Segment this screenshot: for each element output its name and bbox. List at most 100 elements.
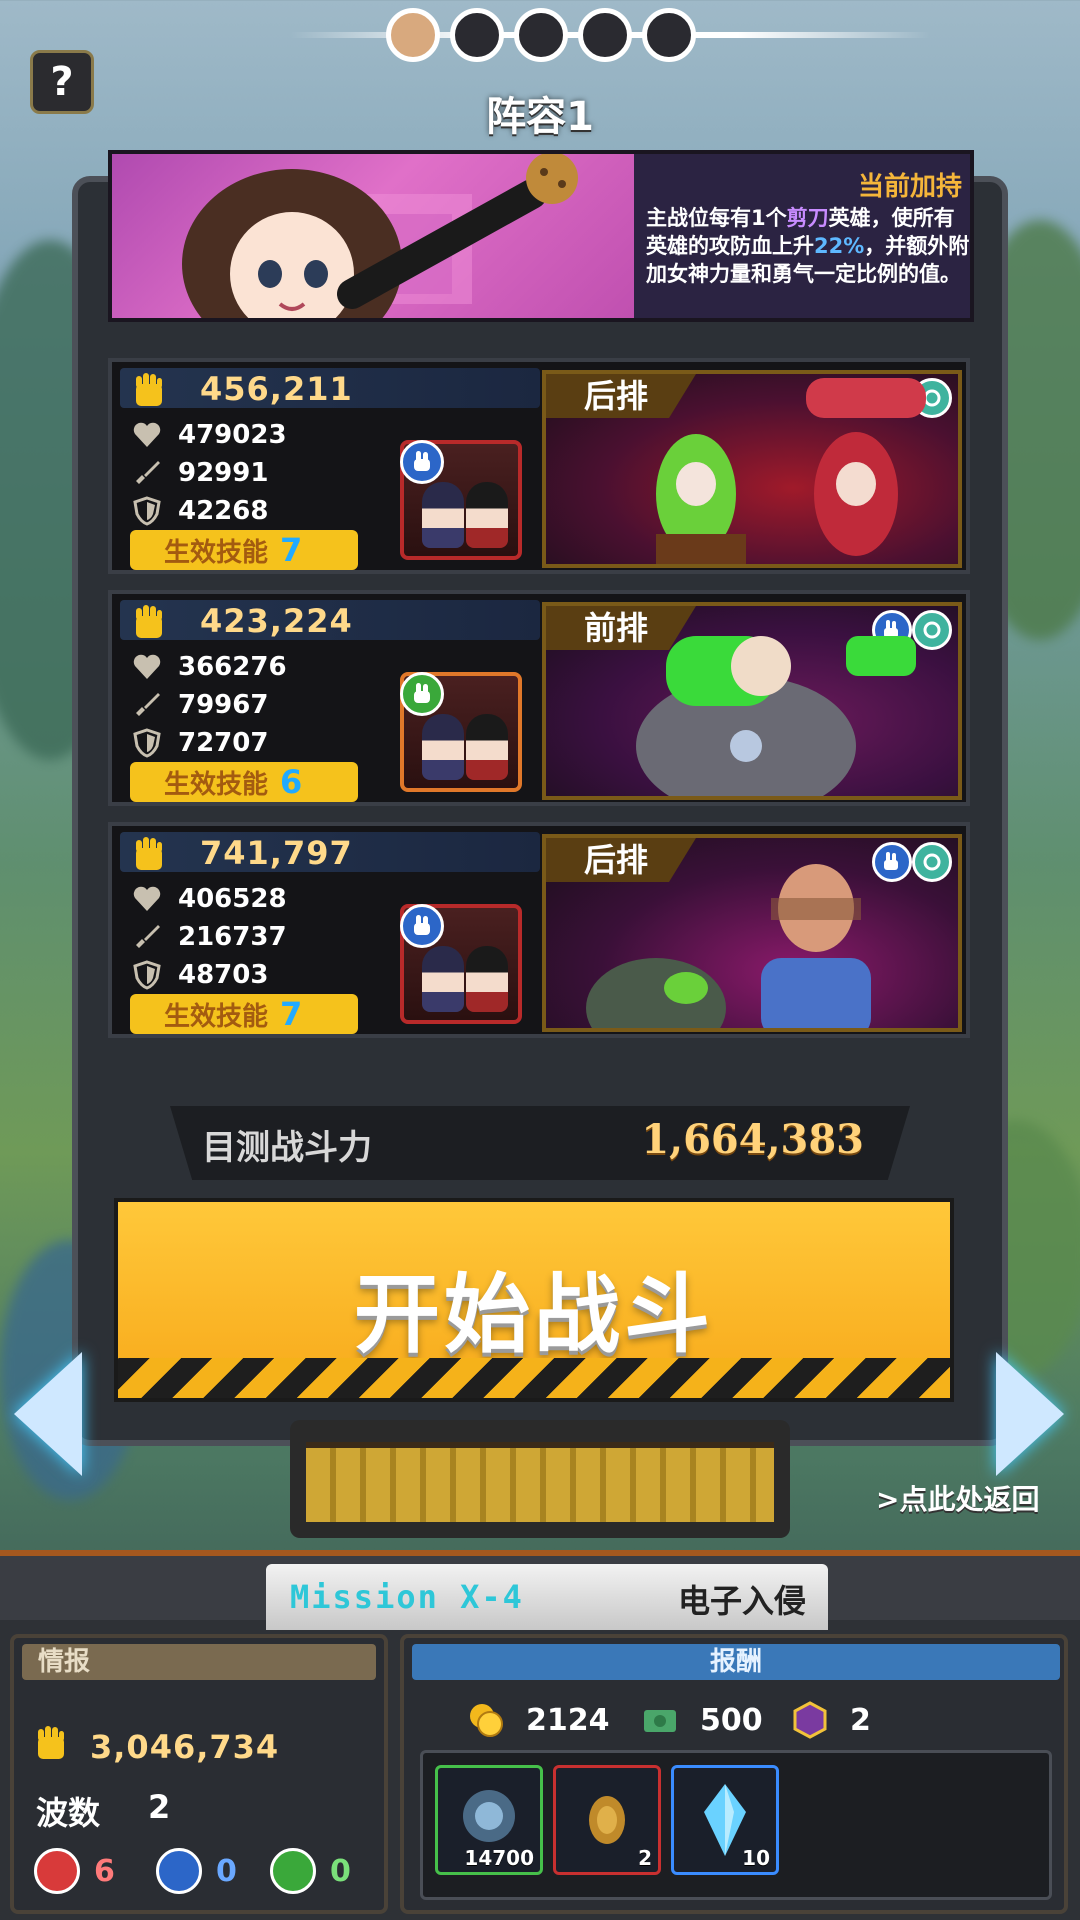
pager-dot-3[interactable] <box>514 8 568 62</box>
hero-art[interactable]: 前排 <box>542 602 962 800</box>
skill-label: 生效技能 <box>164 537 269 568</box>
cash-value: 500 <box>700 1702 763 1738</box>
hp-stat: 366276 <box>132 652 287 682</box>
return-link[interactable]: >点此处返回 <box>876 1478 1039 1518</box>
pager-dot-1[interactable] <box>386 8 440 62</box>
fist-icon <box>136 605 162 638</box>
paper-icon <box>400 672 444 716</box>
reward-item[interactable]: 10 <box>671 1765 779 1875</box>
skill-count: 7 <box>280 995 303 1033</box>
heart-icon <box>133 422 161 447</box>
team-member-sprite <box>422 946 464 1012</box>
skill-label: 生效技能 <box>164 769 269 800</box>
active-skills-button[interactable]: 生效技能 6 <box>130 762 358 802</box>
hero-power-bar: 456,211 <box>120 368 540 408</box>
team-member-sprite <box>466 714 508 780</box>
blessing-character-art <box>112 154 634 318</box>
hero-power-value: 741,797 <box>200 834 353 872</box>
enemy-power-value: 3,046,734 <box>90 1728 280 1766</box>
scissors-icon <box>400 904 444 948</box>
intel-header: 情报 <box>22 1644 376 1680</box>
hazard-stripe <box>118 1358 950 1398</box>
lineup-pager <box>0 8 1080 62</box>
waves-value: 2 <box>148 1788 171 1826</box>
reward-item[interactable]: 2 <box>553 1765 661 1875</box>
hero-art[interactable]: 后排 <box>542 834 962 1032</box>
start-battle-label: 开始战斗 <box>354 1265 714 1365</box>
mission-name: 电子入侵 <box>677 1582 806 1620</box>
help-button[interactable]: ? <box>30 50 94 114</box>
hp-stat: 406528 <box>132 884 287 914</box>
item-count: 2 <box>638 1846 652 1870</box>
hero-slot[interactable]: 741,797 406528 216737 48703 生效技能 7 后排 <box>108 822 970 1038</box>
fist-icon <box>136 837 162 870</box>
hp-stat: 479023 <box>132 420 287 450</box>
attack-value: 79967 <box>178 690 269 720</box>
defense-value: 72707 <box>178 728 269 758</box>
team-portrait[interactable] <box>400 672 522 792</box>
sword-icon <box>136 461 160 484</box>
rewards-panel: 报酬 2124 500 2 14700 2 10 <box>400 1634 1068 1914</box>
defense-value: 48703 <box>178 960 269 990</box>
paper-count: 0 <box>270 1848 351 1894</box>
gold-coin-icon <box>470 1704 503 1737</box>
shield-icon <box>133 960 161 990</box>
defense-value: 42268 <box>178 496 269 526</box>
pager-dot-5[interactable] <box>642 8 696 62</box>
mission-bar: Mission X-4 电子入侵 <box>266 1564 828 1630</box>
attack-stat: 79967 <box>132 690 268 720</box>
lineup-title: 阵容1 <box>486 94 594 140</box>
hp-value: 479023 <box>178 420 287 450</box>
mission-code: Mission X-4 <box>290 1578 524 1616</box>
blessing-label: 当前加持 <box>857 172 962 202</box>
team-member-sprite <box>466 482 508 548</box>
defense-stat: 48703 <box>132 960 268 990</box>
hero-sprites <box>656 378 926 564</box>
blessing-type-highlight: 剪刀 <box>786 206 829 230</box>
skill-count: 6 <box>280 763 303 801</box>
active-skills-button[interactable]: 生效技能 7 <box>130 530 358 570</box>
hand-icon <box>414 683 430 703</box>
token-reward: 2 <box>790 1700 871 1740</box>
heart-icon <box>133 654 161 679</box>
pager-dot-4[interactable] <box>578 8 632 62</box>
hero-slot[interactable]: 423,224 366276 79967 72707 生效技能 6 前排 <box>108 590 970 806</box>
team-member-sprite <box>422 714 464 780</box>
team-portrait[interactable] <box>400 904 522 1024</box>
arrow-right-icon[interactable] <box>996 1352 1064 1476</box>
gold-value: 2124 <box>526 1702 610 1738</box>
intel-panel: 情报 3,046,734 波数 2 6 0 0 <box>10 1634 388 1914</box>
arrow-left-icon[interactable] <box>14 1352 82 1476</box>
hp-value: 366276 <box>178 652 287 682</box>
attack-value: 216737 <box>178 922 287 952</box>
blessing-banner: 当前加持 主战位每有1个剪刀英雄，使所有英雄的攻防血上升22%，并额外附加女神力… <box>108 150 974 322</box>
combat-power-label: 目测战斗力 <box>202 1128 372 1168</box>
hero-power-bar: 741,797 <box>120 832 540 872</box>
skill-count: 7 <box>280 531 303 569</box>
attack-value: 92991 <box>178 458 269 488</box>
defense-stat: 42268 <box>132 496 268 526</box>
sword-icon <box>136 925 160 948</box>
team-portrait[interactable] <box>400 440 522 560</box>
attack-stat: 92991 <box>132 458 268 488</box>
shield-icon <box>133 496 161 526</box>
token-icon <box>793 1701 827 1739</box>
blessing-desc-part: 主战位每有1个 <box>646 206 787 230</box>
rock-icon <box>34 1848 80 1894</box>
heart-icon <box>133 886 161 911</box>
hp-value: 406528 <box>178 884 287 914</box>
scissors-icon <box>156 1848 202 1894</box>
pager-dot-2[interactable] <box>450 8 504 62</box>
hero-art[interactable]: 后排 <box>542 370 962 568</box>
rewards-header: 报酬 <box>412 1644 1060 1680</box>
connector-grill <box>306 1442 774 1522</box>
active-skills-button[interactable]: 生效技能 7 <box>130 994 358 1034</box>
combat-power-bar: 目测战斗力 1,664,383 <box>170 1106 910 1180</box>
fist-icon <box>136 373 162 406</box>
blessing-percent-highlight: 22% <box>814 234 865 258</box>
reward-item[interactable]: 14700 <box>435 1765 543 1875</box>
cash-reward: 500 <box>640 1700 763 1740</box>
start-battle-button[interactable]: 开始战斗 <box>114 1198 954 1402</box>
scissors-icon <box>400 440 444 484</box>
hero-slot[interactable]: 456,211 479023 92991 42268 生效技能 7 后排 <box>108 358 970 574</box>
